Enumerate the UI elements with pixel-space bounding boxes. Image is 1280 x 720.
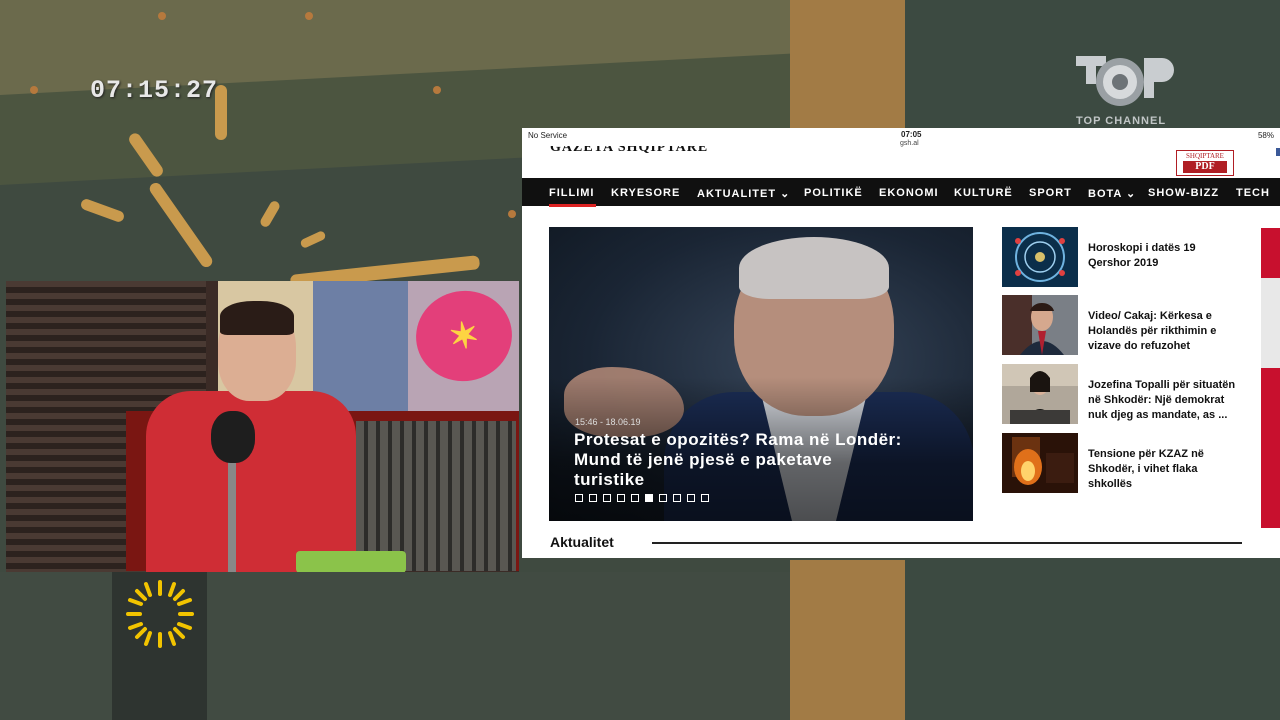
nav-item-fillimi[interactable]: FILLIMI [549, 187, 595, 199]
slider-dot[interactable] [701, 494, 709, 502]
pdf-badge-label: SHQIPTARE [1186, 152, 1224, 160]
fire-scene-icon [1002, 433, 1078, 493]
facebook-icon[interactable] [1276, 148, 1280, 156]
nav-item-sport[interactable]: SPORT [1029, 187, 1072, 199]
carrier-status: No Service [528, 131, 568, 140]
vinyl-records [356, 421, 516, 571]
status-time: 07:05 [901, 130, 922, 139]
studio-orange-panel-bottom [790, 560, 905, 720]
decor-dot [30, 86, 38, 94]
slider-dot[interactable] [645, 494, 653, 502]
hero-timestamp: 15:46 - 18.06.19 [575, 417, 641, 427]
tablet [296, 551, 406, 572]
list-item-title[interactable]: Tensione për KZAZ në Shkodër, i vihet fl… [1088, 447, 1238, 492]
decor-ray [79, 197, 126, 224]
nav-active-indicator [549, 204, 596, 207]
nav-item-politike[interactable]: POLITIKË [804, 187, 863, 199]
slider-dot[interactable] [659, 494, 667, 502]
list-item-title[interactable]: Horoskopi i datës 19 Qershor 2019 [1088, 241, 1238, 271]
list-item[interactable]: Tensione për KZAZ në Shkodër, i vihet fl… [1002, 433, 1242, 495]
mirrored-phone-screen: No Service 07:05 gsh.al 58% GAZETA SHQIP… [522, 128, 1280, 558]
decor-dot [433, 86, 441, 94]
nav-item-kulture[interactable]: KULTURË [954, 187, 1013, 199]
hero-headline[interactable]: Protesat e opozitës? Rama në Londër: Mun… [574, 430, 904, 490]
zodiac-wheel-icon [1002, 227, 1078, 287]
slider-dot[interactable] [575, 494, 583, 502]
decor-ray [258, 199, 282, 229]
broadcast-clock: 07:15:27 [90, 76, 219, 105]
nav-item-bota[interactable]: BOTA ⌄ [1088, 187, 1136, 200]
list-item[interactable]: Video/ Cakaj: Kërkesa e Holandës për rik… [1002, 295, 1242, 357]
section-title[interactable]: Aktualitet [550, 534, 614, 550]
mic-stand [228, 459, 236, 572]
list-item[interactable]: Jozefina Topalli për situatën në Shkodër… [1002, 364, 1242, 426]
host-body [146, 391, 356, 572]
nav-item-show-bizz[interactable]: SHOW-BIZZ [1148, 187, 1219, 199]
pdf-edition-badge[interactable]: SHQIPTARE PDF [1176, 150, 1234, 176]
site-masthead[interactable]: GAZETA SHQIPTARE [550, 146, 708, 154]
nav-item-kryesore[interactable]: KRYESORE [611, 187, 680, 199]
slider-dot[interactable] [603, 494, 611, 502]
address-bar-url[interactable]: gsh.al [900, 140, 919, 147]
decor-ray [147, 180, 215, 270]
slider-dot[interactable] [631, 494, 639, 502]
battery-level: 58% [1257, 131, 1274, 140]
poster [313, 281, 408, 411]
main-nav: FILLIMI KRYESORE AKTUALITET ⌄ POLITIKË E… [522, 178, 1280, 207]
host-hair [220, 301, 294, 335]
decor-dot [158, 12, 166, 20]
hero-photo-hair [739, 237, 889, 299]
slider-dot[interactable] [589, 494, 597, 502]
nav-item-ekonomi[interactable]: EKONOMI [879, 187, 939, 199]
man-portrait-icon [1002, 295, 1078, 355]
pdf-badge-sub: PDF [1183, 161, 1227, 173]
decor-dot [305, 12, 313, 20]
decor-dot [508, 210, 516, 218]
channel-name: TOP CHANNEL [1076, 115, 1167, 127]
nav-item-aktualitet[interactable]: AKTUALITET ⌄ [697, 187, 790, 200]
section-divider [652, 542, 1242, 544]
microphone-icon [211, 411, 255, 463]
slider-dot[interactable] [617, 494, 625, 502]
nav-item-tech[interactable]: TECH [1236, 187, 1270, 199]
list-item[interactable]: Horoskopi i datës 19 Qershor 2019 [1002, 227, 1242, 289]
woman-at-podium-icon [1002, 364, 1078, 424]
slider-dot[interactable] [687, 494, 695, 502]
list-item-title[interactable]: Jozefina Topalli për situatën në Shkodër… [1088, 378, 1238, 423]
studio-camera-feed: ✶ [6, 281, 519, 572]
list-item-title[interactable]: Video/ Cakaj: Kërkesa e Holandës për rik… [1088, 309, 1238, 354]
studio-orange-panel-top [790, 0, 905, 130]
side-ad-banner[interactable] [1261, 228, 1280, 528]
hero-slider[interactable]: 15:46 - 18.06.19 Protesat e opozitës? Ra… [549, 227, 973, 521]
slider-dot[interactable] [673, 494, 681, 502]
ad-gap [1261, 278, 1280, 368]
slider-pagination [575, 494, 709, 502]
decor-ray [299, 229, 327, 250]
sun-emblem-icon [126, 580, 194, 648]
